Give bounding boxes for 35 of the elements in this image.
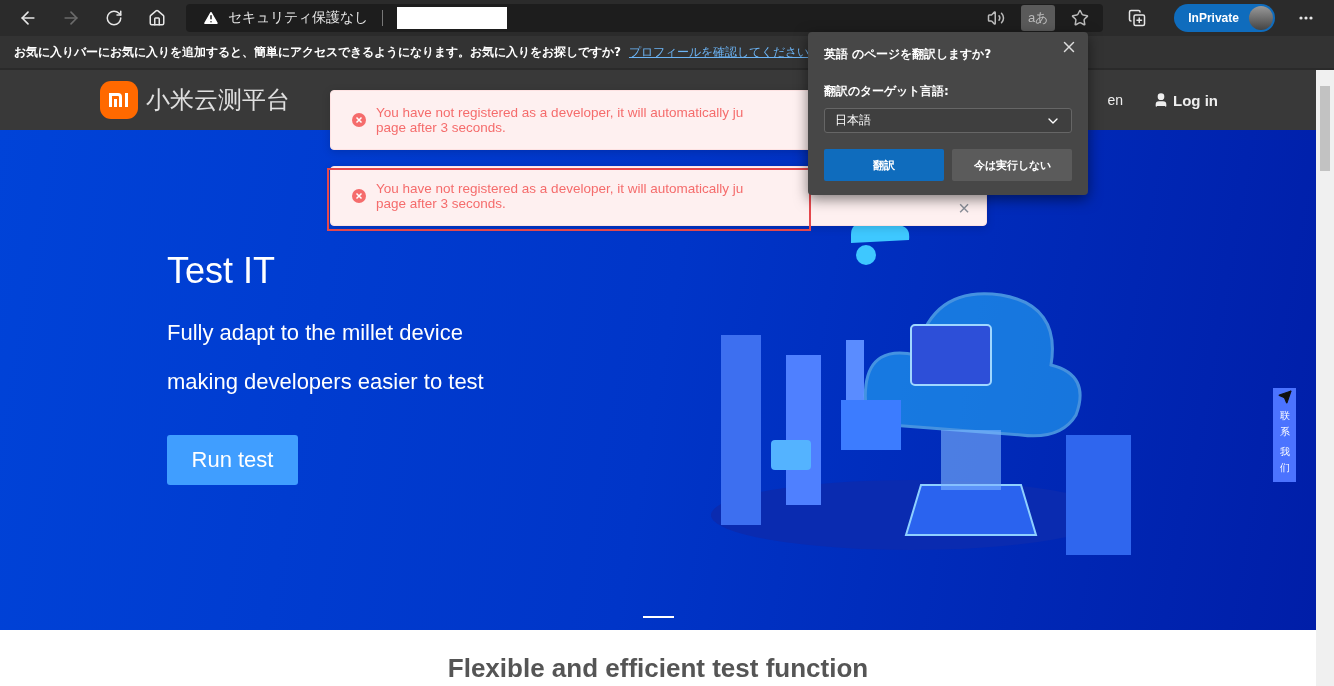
profile-link[interactable]: プロフィールを確認してください (628, 43, 809, 61)
avatar-icon (1248, 6, 1273, 30)
error-icon (352, 113, 366, 127)
target-language-label: 翻訳のターゲット言語: (824, 83, 950, 100)
logo-icon (100, 81, 138, 119)
collections-icon (1127, 9, 1146, 27)
language-select[interactable]: 日本語 (824, 108, 1072, 133)
error-icon (352, 189, 366, 203)
not-now-button[interactable]: 今は実行しない (952, 149, 1072, 181)
star-icon (1071, 9, 1090, 27)
section-heading: Flexible and efficient test function (447, 653, 869, 684)
speaker-icon (987, 9, 1006, 27)
address-bar[interactable]: セキュリティ保護なし aあ (186, 4, 1104, 32)
scrollbar[interactable] (1316, 70, 1334, 686)
paper-plane-icon (1277, 390, 1292, 404)
home-icon (147, 9, 166, 27)
inprivate-button[interactable]: InPrivate (1174, 4, 1275, 32)
contact-button[interactable]: 联系 我们 (1273, 388, 1296, 482)
refresh-icon (104, 9, 123, 27)
user-icon (1153, 92, 1169, 108)
favorites-message: お気に入りバーにお気に入りを追加すると、簡単にアクセスできるようになります。お気に入りをお探しですか? (14, 43, 621, 61)
toast-message: You have not registered as a developer, it will automatically ju page after 3 seconds. (376, 105, 744, 135)
popup-title: 英語 のページを翻訳しますか? (824, 46, 993, 63)
security-label: セキュリティ保護なし (228, 9, 369, 27)
hero-tagline: making developers easier to test (167, 368, 485, 395)
login-link[interactable]: Log in (1153, 91, 1218, 109)
site-logo-text: 小米云测平台 (146, 85, 290, 116)
translate-confirm-button[interactable]: 翻訳 (824, 149, 944, 181)
toast-message: You have not registered as a developer, it will automatically ju page after 3 seconds. (376, 181, 744, 211)
more-icon (1299, 16, 1314, 20)
warning-icon (202, 9, 221, 27)
hero-tagline: Fully adapt to the millet device (167, 319, 464, 346)
translate-button[interactable]: aあ (1021, 5, 1056, 31)
language-link[interactable]: en (1107, 92, 1123, 108)
hero-title: Test IT (167, 249, 277, 292)
